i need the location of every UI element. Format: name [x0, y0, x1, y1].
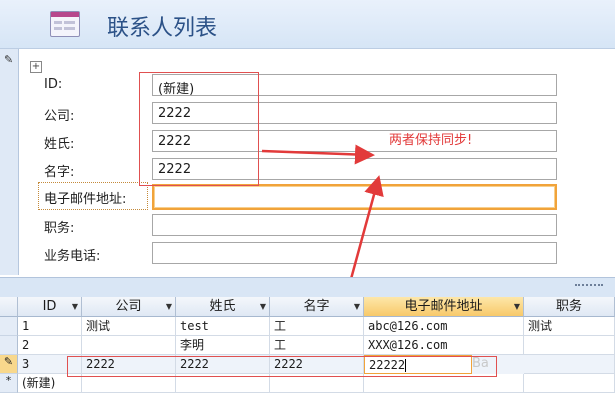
cell-last-name[interactable]: test [176, 317, 270, 336]
cell-email[interactable]: XXX@126.com [364, 336, 524, 355]
datasheet: ID ▼ 公司 ▼ 姓氏 ▼ 名字 ▼ 电子邮件地址 ▼ 职务 1 测试 test 工 a… [0, 297, 615, 405]
column-header-email[interactable]: 电子邮件地址 ▼ [364, 297, 524, 317]
column-header-first-name[interactable]: 名字 ▼ [270, 297, 364, 317]
cell-email[interactable]: abc@126.com [364, 317, 524, 336]
column-header-job-title[interactable]: 职务 [524, 297, 615, 317]
cell-first-name[interactable]: 工 [270, 317, 364, 336]
new-row-selector[interactable]: * [0, 374, 18, 393]
sort-dropdown-icon[interactable]: ▼ [354, 297, 360, 317]
watermark-logo: Ba [472, 356, 489, 371]
cell-job-title[interactable] [524, 336, 615, 355]
splitter-grip-icon[interactable] [575, 284, 603, 289]
column-header-company[interactable]: 公司 ▼ [82, 297, 176, 317]
row-selector[interactable] [0, 336, 18, 355]
sort-dropdown-icon[interactable]: ▼ [260, 297, 266, 317]
sort-dropdown-icon[interactable]: ▼ [514, 297, 520, 317]
select-all-corner[interactable] [0, 297, 18, 317]
annotation-row-highlight [67, 356, 497, 377]
cell-first-name[interactable]: 工 [270, 336, 364, 355]
splitter-bar[interactable] [0, 277, 615, 298]
cell-company[interactable] [82, 336, 176, 355]
column-header-id[interactable]: ID ▼ [18, 297, 82, 317]
cell-job-title[interactable] [524, 374, 615, 393]
cell-job-title[interactable]: 测试 [524, 317, 615, 336]
row-selector[interactable] [0, 317, 18, 336]
row-selector-editing[interactable]: ✎ [0, 355, 18, 374]
cell-id[interactable]: 2 [18, 336, 82, 355]
cell-id[interactable]: 1 [18, 317, 82, 336]
cell-last-name[interactable]: 李明 [176, 336, 270, 355]
sort-dropdown-icon[interactable]: ▼ [72, 297, 78, 317]
column-header-last-name[interactable]: 姓氏 ▼ [176, 297, 270, 317]
cell-job-title[interactable] [524, 355, 615, 374]
sort-dropdown-icon[interactable]: ▼ [166, 297, 172, 317]
cell-company[interactable]: 测试 [82, 317, 176, 336]
